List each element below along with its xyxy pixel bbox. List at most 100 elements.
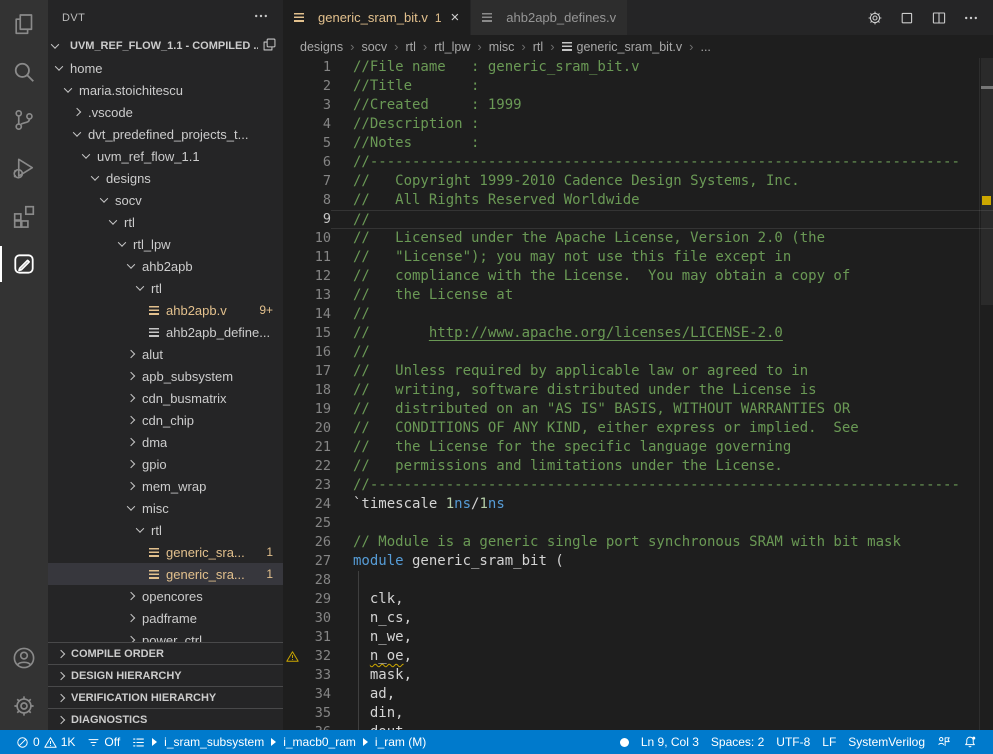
tree-folder-item[interactable]: socv [48,189,283,211]
code-line[interactable]: 11// "License"); you may not use this fi… [283,248,993,267]
breadcrumb-item[interactable]: rtl_lpw [434,40,470,54]
tree-folder-item[interactable]: cdn_busmatrix [48,387,283,409]
tree-folder-item[interactable]: maria.stoichitescu [48,79,283,101]
design-hierarchy-status[interactable]: i_sram_subsystemi_macb0_rami_ram (M) [126,730,432,754]
dvt-icon[interactable] [0,240,48,288]
code-line[interactable]: 17// Unless required by applicable law o… [283,362,993,381]
code-line[interactable]: 12// compliance with the License. You ma… [283,267,993,286]
more-actions-icon[interactable] [963,10,979,26]
tree-folder-item[interactable]: .vscode [48,101,283,123]
settings-gear-icon[interactable] [0,682,48,730]
tree-folder-item[interactable]: misc [48,497,283,519]
panel-header-verification-hierarchy[interactable]: VERIFICATION HIERARCHY [48,686,283,708]
bell-icon[interactable] [957,735,983,749]
cursor-position[interactable]: Ln 9, Col 3 [635,735,705,749]
tab-generic_sram_bit.v[interactable]: generic_sram_bit.v1× [283,0,470,35]
breadcrumb-item[interactable]: designs [300,40,343,54]
layout-icon[interactable] [899,10,915,26]
code-line[interactable]: 3//Created : 1999 [283,96,993,115]
gear-icon[interactable] [867,10,883,26]
code-line[interactable]: 7// Copyright 1999-2010 Cadence Design S… [283,172,993,191]
tree-folder-item[interactable]: gpio [48,453,283,475]
code-line[interactable]: 22// permissions and limitations under t… [283,457,993,476]
code-line[interactable]: 13// the License at [283,286,993,305]
panel-header-diagnostics[interactable]: DIAGNOSTICS [48,708,283,730]
code-line[interactable]: 26// Module is a generic single port syn… [283,533,993,552]
open-editors-icon[interactable] [262,37,277,55]
sidebar-more-actions-icon[interactable] [253,8,269,27]
code-line[interactable]: 19// distributed on an "AS IS" BASIS, WI… [283,400,993,419]
tree-folder-item[interactable]: rtl [48,519,283,541]
tree-folder-item[interactable]: apb_subsystem [48,365,283,387]
scrollbar[interactable] [979,58,993,730]
code-line[interactable]: 34 ad, [283,685,993,704]
tab-ahb2apb_defines.v[interactable]: ahb2apb_defines.v [470,0,627,35]
search-icon[interactable] [0,48,48,96]
tree-folder-item[interactable]: power_ctrl [48,629,283,642]
breadcrumb-item[interactable]: rtl [533,40,543,54]
code-line[interactable]: 18// writing, software distributed under… [283,381,993,400]
code-line[interactable]: 29 clk, [283,590,993,609]
explorer-section-header[interactable]: UVM_REF_FLOW_1.1 - COMPILED ... [48,35,283,57]
problems-status[interactable]: 01K [10,730,81,754]
status-dot[interactable] [614,738,635,747]
code-line[interactable]: 15// http://www.apache.org/licenses/LICE… [283,324,993,343]
code-line[interactable]: 32 n_oe, [283,647,993,666]
code-line[interactable]: 35 din, [283,704,993,723]
code-line[interactable]: 16// [283,343,993,362]
extensions-icon[interactable] [0,192,48,240]
feedback-icon[interactable] [931,735,957,749]
tree-folder-item[interactable]: cdn_chip [48,409,283,431]
run-debug-icon[interactable] [0,144,48,192]
code-line[interactable]: 9// [283,210,993,229]
tree-folder-item[interactable]: dvt_predefined_projects_t... [48,123,283,145]
filter-status[interactable]: Off [81,730,126,754]
tree-folder-item[interactable]: home [48,57,283,79]
language-mode[interactable]: SystemVerilog [842,735,931,749]
code-line[interactable]: 33 mask, [283,666,993,685]
tree-folder-item[interactable]: designs [48,167,283,189]
eol[interactable]: LF [816,735,842,749]
encoding[interactable]: UTF-8 [770,735,816,749]
breadcrumb-item[interactable]: generic_sram_bit.v [562,40,683,54]
tree-file-item[interactable]: generic_sra...1 [48,563,283,585]
code-line[interactable]: 23//------------------------------------… [283,476,993,495]
tree-folder-item[interactable]: uvm_ref_flow_1.1 [48,145,283,167]
breadcrumb-item[interactable]: rtl [405,40,415,54]
tree-folder-item[interactable]: rtl [48,277,283,299]
indentation[interactable]: Spaces: 2 [705,735,770,749]
source-control-icon[interactable] [0,96,48,144]
breadcrumb-item[interactable]: ... [700,40,710,54]
tree-folder-item[interactable]: dma [48,431,283,453]
tree-file-item[interactable]: generic_sra...1 [48,541,283,563]
code-line[interactable]: 5//Notes : [283,134,993,153]
code-line[interactable]: 10// Licensed under the Apache License, … [283,229,993,248]
code-line[interactable]: 8// All Rights Reserved Worldwide [283,191,993,210]
tree-folder-item[interactable]: rtl [48,211,283,233]
code-line[interactable]: 31 n_we, [283,628,993,647]
tree-file-item[interactable]: ahb2apb_define... [48,321,283,343]
tree-folder-item[interactable]: mem_wrap [48,475,283,497]
breadcrumb-item[interactable]: misc [489,40,515,54]
code-line[interactable]: 2//Title : [283,77,993,96]
code-line[interactable]: 25 [283,514,993,533]
code-editor[interactable]: 1//File name : generic_sram_bit.v2//Titl… [283,58,993,730]
code-line[interactable]: 14// [283,305,993,324]
code-line[interactable]: 6//-------------------------------------… [283,153,993,172]
panel-header-compile-order[interactable]: COMPILE ORDER [48,642,283,664]
account-icon[interactable] [0,634,48,682]
code-line[interactable]: 21// the License for the specific langua… [283,438,993,457]
code-line[interactable]: 36 dout [283,723,993,730]
panel-header-design-hierarchy[interactable]: DESIGN HIERARCHY [48,664,283,686]
explorer-icon[interactable] [0,0,48,48]
code-line[interactable]: 1//File name : generic_sram_bit.v [283,58,993,77]
close-icon[interactable]: × [451,9,460,26]
code-line[interactable]: 30 n_cs, [283,609,993,628]
tree-folder-item[interactable]: rtl_lpw [48,233,283,255]
code-line[interactable]: 27module generic_sram_bit ( [283,552,993,571]
tree-folder-item[interactable]: padframe [48,607,283,629]
scrollbar-slider[interactable] [981,58,993,305]
tree-folder-item[interactable]: alut [48,343,283,365]
code-line[interactable]: 24`timescale 1ns/1ns [283,495,993,514]
code-line[interactable]: 20// CONDITIONS OF ANY KIND, either expr… [283,419,993,438]
